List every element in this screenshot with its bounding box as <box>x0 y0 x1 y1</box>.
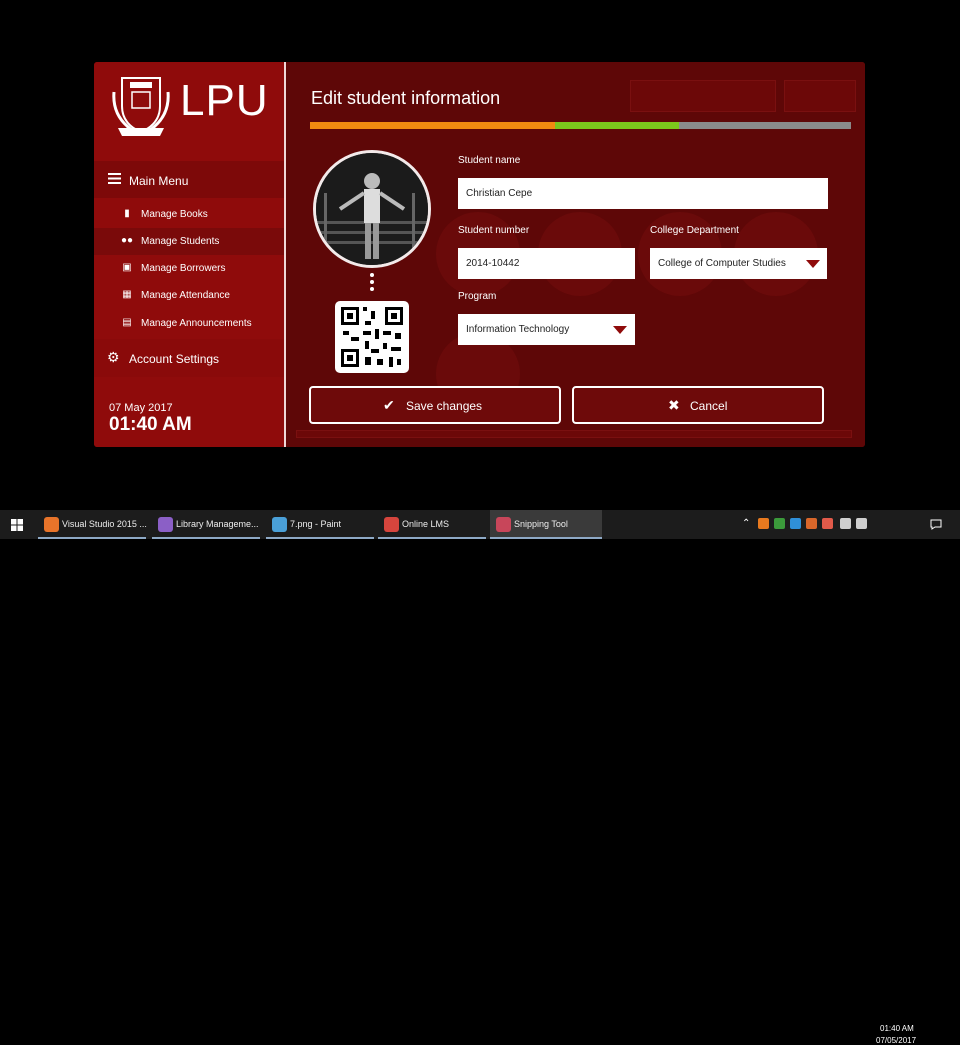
paint-icon <box>272 517 287 532</box>
taskbar-item-label: Online LMS <box>402 519 450 529</box>
progress-segment-1 <box>310 122 555 129</box>
sidebar-divider <box>284 62 286 447</box>
ghost-header-button <box>630 80 776 112</box>
sidebar-item-label: Manage Students <box>141 236 220 247</box>
ghost-logout-button <box>784 80 856 112</box>
current-date: 07 May 2017 <box>109 402 173 414</box>
announcement-icon: ▤ <box>122 317 132 328</box>
tray-app-icon[interactable] <box>758 518 769 529</box>
progress-segment-2 <box>555 122 679 129</box>
program-value: Information Technology <box>466 324 570 335</box>
student-name-label: Student name <box>458 155 521 166</box>
taskbar-item-label: Snipping Tool <box>514 519 568 529</box>
firefox-icon <box>44 517 59 532</box>
qr-code <box>335 301 409 373</box>
show-hidden-icons-chevron-icon[interactable]: ⌃ <box>742 518 750 529</box>
current-time: 01:40 AM <box>109 414 192 435</box>
taskbar-item-label: Library Manageme... <box>176 519 259 529</box>
save-changes-button[interactable]: ✔ Save changes <box>309 386 561 424</box>
taskbar-item-library-management[interactable]: Library Manageme... <box>152 510 260 539</box>
sidebar-item-manage-borrowers[interactable]: ▣ Manage Borrowers <box>94 255 284 282</box>
sidebar-item-manage-books[interactable]: ▮ Manage Books <box>94 201 284 228</box>
college-department-select[interactable]: College of Computer Studies <box>650 248 827 279</box>
taskbar: Visual Studio 2015 ... Library Manageme.… <box>0 510 960 1045</box>
taskbar-clock-date[interactable]: 07/05/2017 <box>876 1036 916 1045</box>
qr-code-icon <box>341 307 403 367</box>
ghost-footer-bar <box>296 430 852 438</box>
main-menu-label: Main Menu <box>129 174 189 188</box>
taskbar-item-visual-studio[interactable]: Visual Studio 2015 ... <box>38 510 147 539</box>
windows-start-icon[interactable] <box>11 519 23 531</box>
student-photo[interactable] <box>313 150 431 268</box>
onedrive-icon[interactable] <box>790 518 801 529</box>
hamburger-icon <box>108 173 121 184</box>
users-icon: ●● <box>120 235 134 246</box>
lms-app-icon <box>384 517 399 532</box>
volume-icon[interactable] <box>856 518 867 529</box>
college-department-label: College Department <box>650 225 739 236</box>
sidebar-item-label: Manage Books <box>141 209 208 220</box>
sidebar-item-manage-attendance[interactable]: ▦ Manage Attendance <box>94 282 284 309</box>
borrower-icon: ▣ <box>122 262 132 273</box>
sidebar-item-manage-students[interactable]: ●● Manage Students <box>94 228 284 255</box>
tray-app-icon[interactable] <box>806 518 817 529</box>
check-icon: ✔ <box>383 397 395 413</box>
university-crest-icon <box>112 77 170 136</box>
dropdown-arrow-icon <box>806 260 820 268</box>
app-window: LPU Main Menu ▮ Manage Books ●● Manage S… <box>94 62 865 447</box>
taskbar-item-paint[interactable]: 7.png - Paint <box>266 510 374 539</box>
gear-icon: ⚙ <box>107 349 120 365</box>
account-settings-label: Account Settings <box>129 352 220 366</box>
dropdown-arrow-icon <box>613 326 627 334</box>
sidebar-item-manage-announcements[interactable]: ▤ Manage Announcements <box>94 310 284 337</box>
connector-dots <box>369 273 375 294</box>
taskbar-item-label: Visual Studio 2015 ... <box>62 519 147 529</box>
action-center-icon[interactable] <box>930 519 942 530</box>
logo: LPU <box>94 62 284 160</box>
taskbar-clock-time[interactable]: 01:40 AM <box>880 1024 914 1033</box>
main-menu-header[interactable]: Main Menu <box>94 161 284 198</box>
progress-bar <box>310 122 851 129</box>
sidebar-item-label: Manage Attendance <box>141 290 230 301</box>
cancel-label: Cancel <box>690 399 728 413</box>
book-icon: ▮ <box>124 208 130 219</box>
wifi-icon[interactable] <box>840 518 851 529</box>
sidebar: LPU Main Menu ▮ Manage Books ●● Manage S… <box>94 62 284 447</box>
modal-title: Edit student information <box>311 88 501 108</box>
tray-app-icon[interactable] <box>822 518 833 529</box>
college-department-value: College of Computer Studies <box>658 258 786 269</box>
snipping-tool-icon <box>496 517 511 532</box>
progress-segment-3 <box>679 122 851 129</box>
program-select[interactable]: Information Technology <box>458 314 635 345</box>
visual-studio-icon <box>158 517 173 532</box>
tray-app-icon[interactable] <box>774 518 785 529</box>
program-label: Program <box>458 291 497 302</box>
taskbar-item-label: 7.png - Paint <box>290 519 342 529</box>
save-changes-label: Save changes <box>406 399 483 413</box>
student-name-field[interactable]: Christian Cepe <box>458 178 828 209</box>
sidebar-item-label: Manage Announcements <box>141 318 252 329</box>
sidebar-item-label: Manage Borrowers <box>141 263 226 274</box>
cancel-button[interactable]: ✖ Cancel <box>572 386 824 424</box>
taskbar-item-snipping-tool[interactable]: Snipping Tool <box>490 510 602 539</box>
student-photo-image <box>316 153 428 265</box>
student-number-field[interactable]: 2014-10442 <box>458 248 635 279</box>
sidebar-item-account-settings[interactable]: ⚙ Account Settings <box>94 339 284 377</box>
student-number-label: Student number <box>458 225 530 236</box>
taskbar-item-online-lms[interactable]: Online LMS <box>378 510 486 539</box>
attendance-icon: ▦ <box>122 289 132 300</box>
close-icon: ✖ <box>668 397 680 413</box>
logo-text: LPU <box>180 76 269 125</box>
